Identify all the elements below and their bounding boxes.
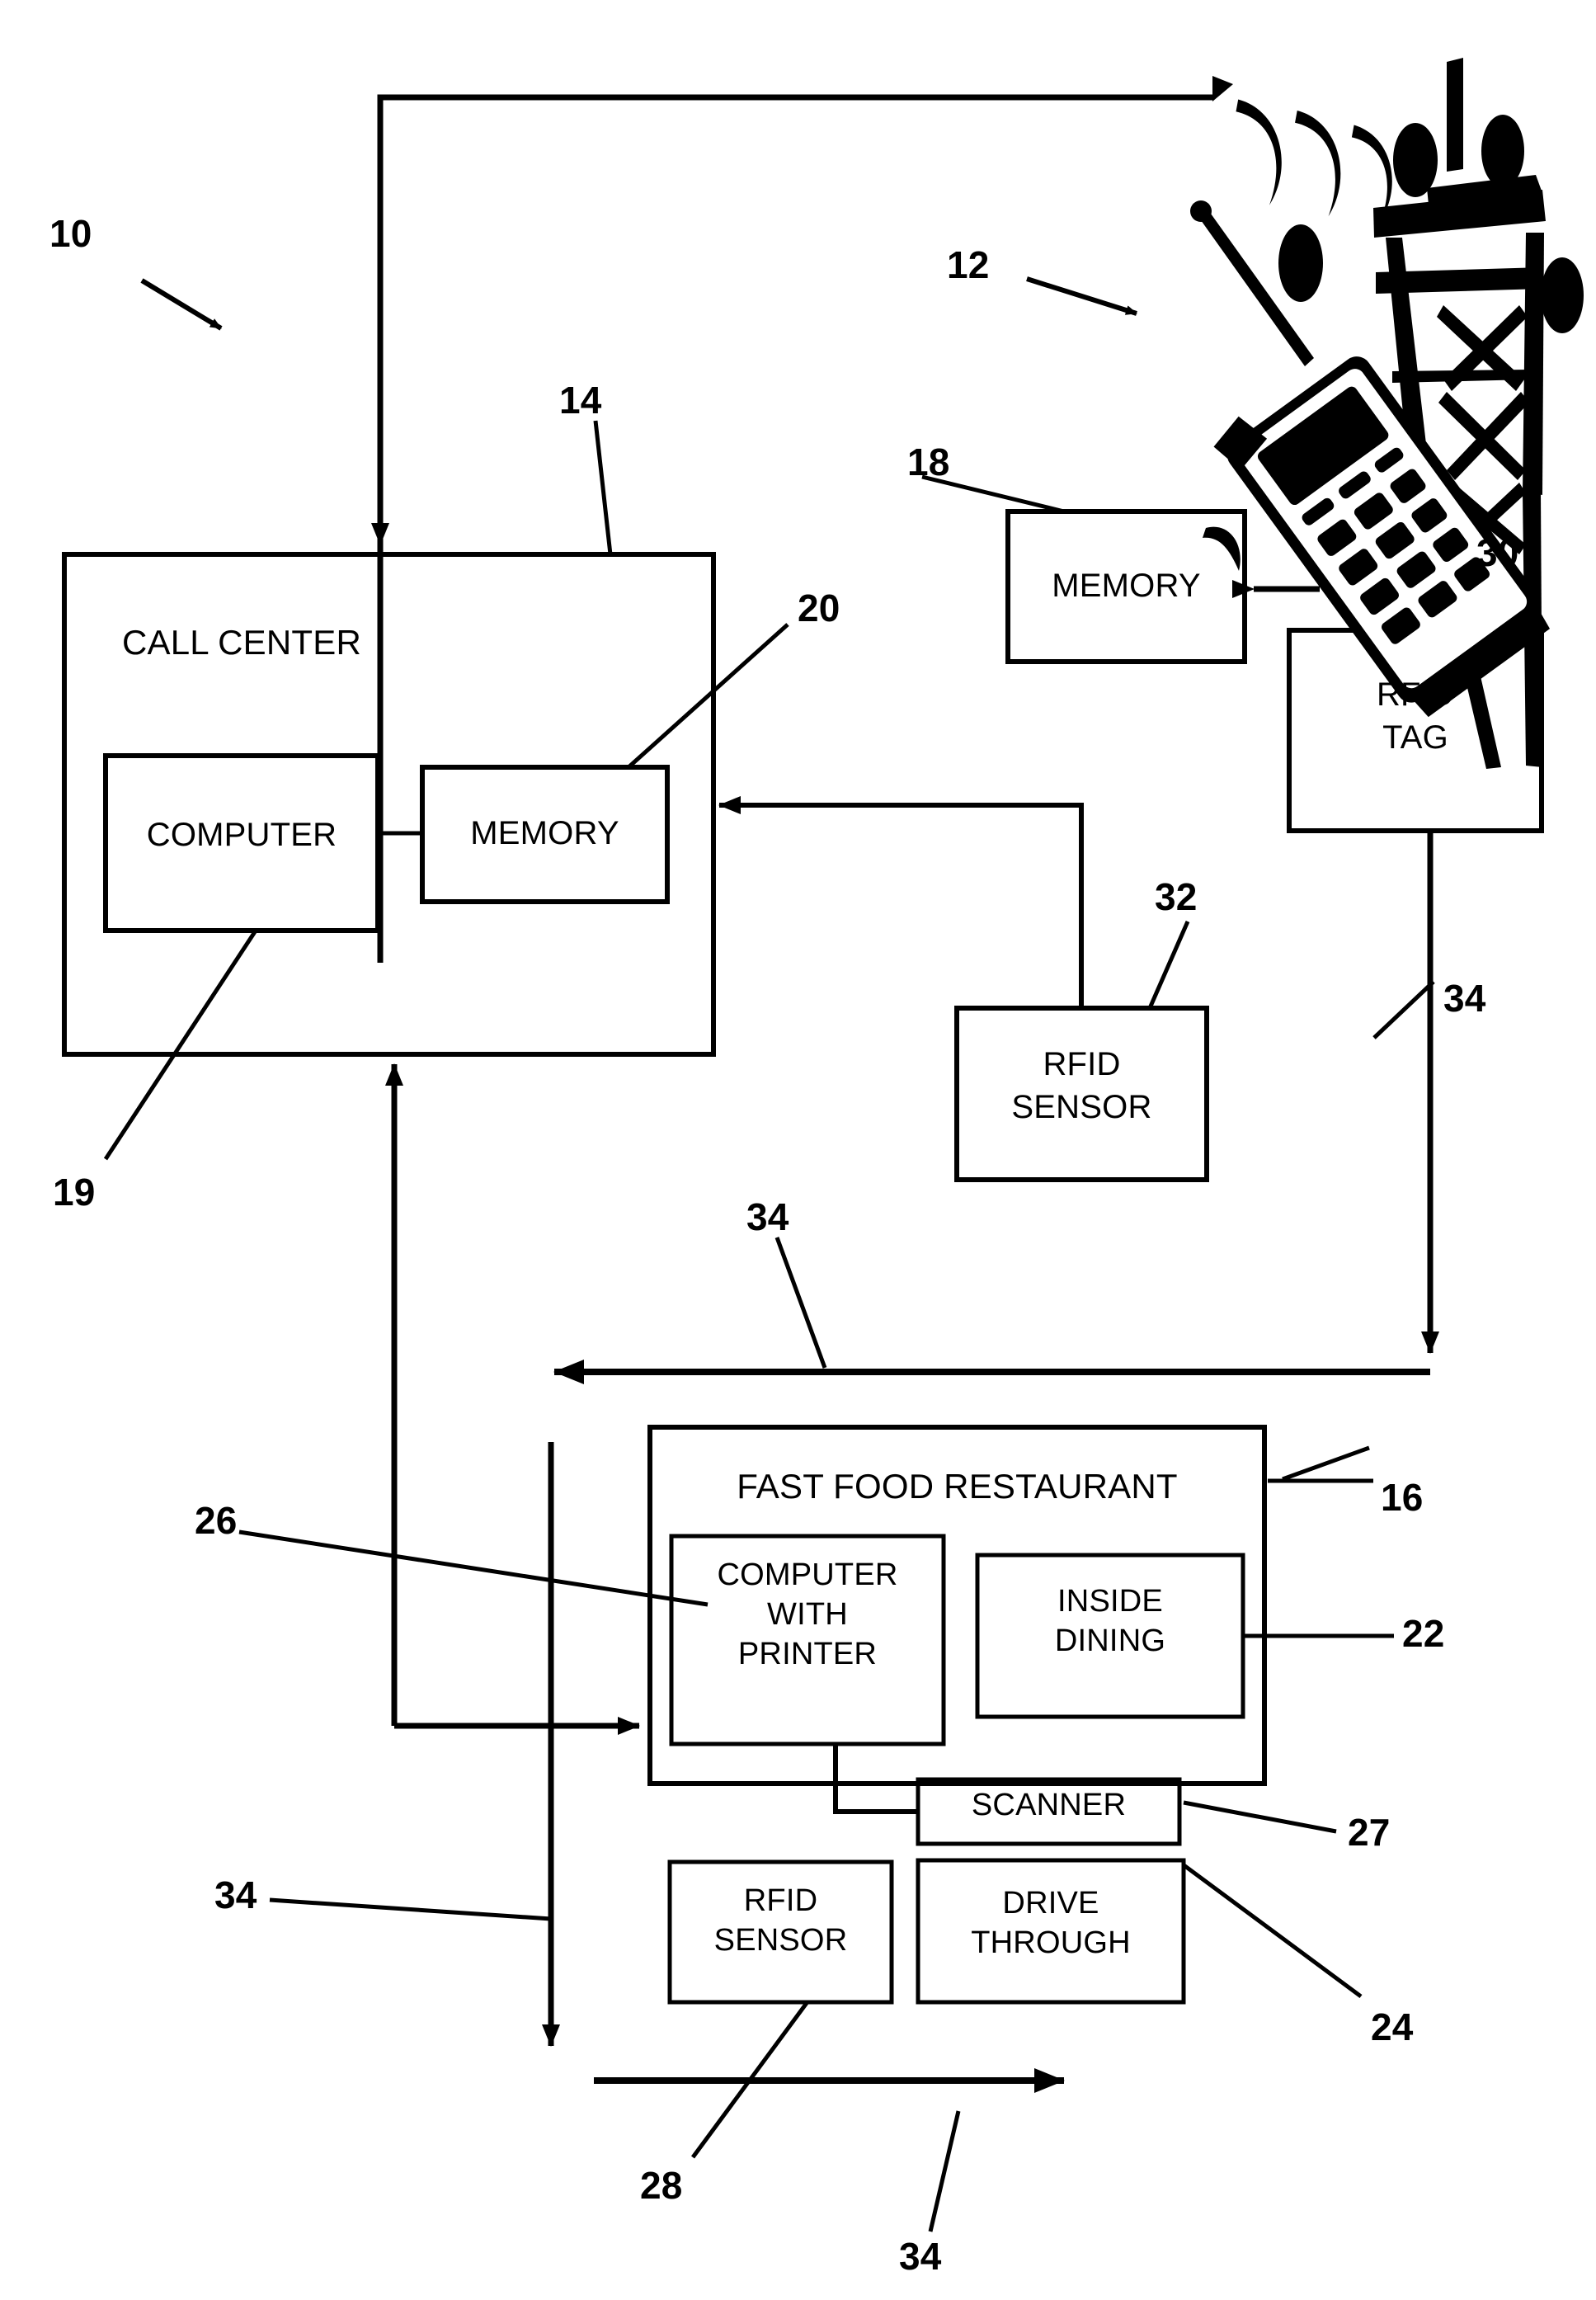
leader-16b (1282, 1445, 1370, 1482)
rfid-tag-label-line2: TAG (1382, 719, 1448, 756)
mobile-unit-illustration (1190, 58, 1584, 769)
rfid-sensor-remote-label-line1: RFID (1043, 1046, 1121, 1082)
leader-24 (1181, 1862, 1363, 1999)
ref-numeral-16: 16 (1381, 1476, 1424, 1519)
leader-10 (140, 278, 223, 331)
restaurant-computer-line1: COMPUTER (717, 1558, 898, 1592)
leader-20 (627, 623, 789, 769)
ref-numeral-10: 10 (49, 212, 92, 255)
computer-scanner-link (833, 1744, 918, 1814)
ref-numeral-19: 19 (53, 1171, 96, 1214)
leader-34-right (1372, 980, 1435, 1039)
ref-numeral-34-mid: 34 (746, 1195, 789, 1238)
inside-dining-line2: DINING (1054, 1624, 1166, 1658)
ref-numeral-26: 26 (195, 1499, 238, 1542)
ref-numeral-18: 18 (907, 441, 950, 483)
rfid-sensor-to-memory-line (724, 803, 1084, 1008)
ref-numeral-27: 27 (1348, 1811, 1391, 1854)
ref-numeral-24: 24 (1371, 2005, 1414, 2048)
leader-12 (1026, 276, 1137, 316)
restaurant-rfid-sensor-line1: RFID (743, 1883, 818, 1918)
leader-19 (103, 929, 258, 1161)
leader-27 (1183, 1800, 1337, 1834)
ref-numeral-20: 20 (798, 587, 840, 629)
ref-numeral-34-right: 34 (1443, 977, 1486, 1020)
restaurant-computer-line3: PRINTER (737, 1637, 878, 1671)
restaurant-computer-line2: WITH (767, 1597, 848, 1632)
call-center-computer-label: COMPUTER (146, 817, 337, 853)
mobile-memory-label: MEMORY (1052, 568, 1201, 604)
restaurant-title: FAST FOOD RESTAURANT (737, 1467, 1178, 1506)
ref-numeral-28: 28 (640, 2164, 683, 2207)
patent-figure-page: CALL CENTER COMPUTER MEMORY MEMORY RFID … (0, 0, 1596, 2300)
ref-numeral-34-bottom: 34 (899, 2235, 942, 2278)
drive-through-line1: DRIVE (1002, 1886, 1099, 1921)
inside-dining-line1: INSIDE (1057, 1584, 1163, 1619)
ref-numeral-12: 12 (947, 243, 990, 286)
scanner-label: SCANNER (971, 1788, 1127, 1822)
call-center-memory-label: MEMORY (470, 815, 619, 851)
leader-34-left (269, 1897, 552, 1921)
rfid-sensor-remote-label-line2: SENSOR (1011, 1089, 1152, 1125)
leader-26 (238, 1529, 709, 1607)
call-center-title: CALL CENTER (121, 623, 362, 662)
ref-numeral-22: 22 (1402, 1612, 1445, 1655)
leader-34-bottom (928, 2110, 961, 2232)
leader-14 (593, 420, 613, 555)
restaurant-rfid-sensor-line2: SENSOR (713, 1923, 848, 1958)
drive-through-line2: THROUGH (971, 1925, 1131, 1960)
leader-32 (1147, 920, 1190, 1010)
ref-numeral-32: 32 (1155, 875, 1198, 918)
ref-numeral-14: 14 (559, 379, 602, 422)
ref-numeral-34-left: 34 (214, 1873, 257, 1916)
leader-34-mid (774, 1237, 827, 1369)
ref-numeral-30: 30 (1476, 531, 1519, 574)
rfid-tag-label-line1: RFID (1376, 676, 1455, 713)
